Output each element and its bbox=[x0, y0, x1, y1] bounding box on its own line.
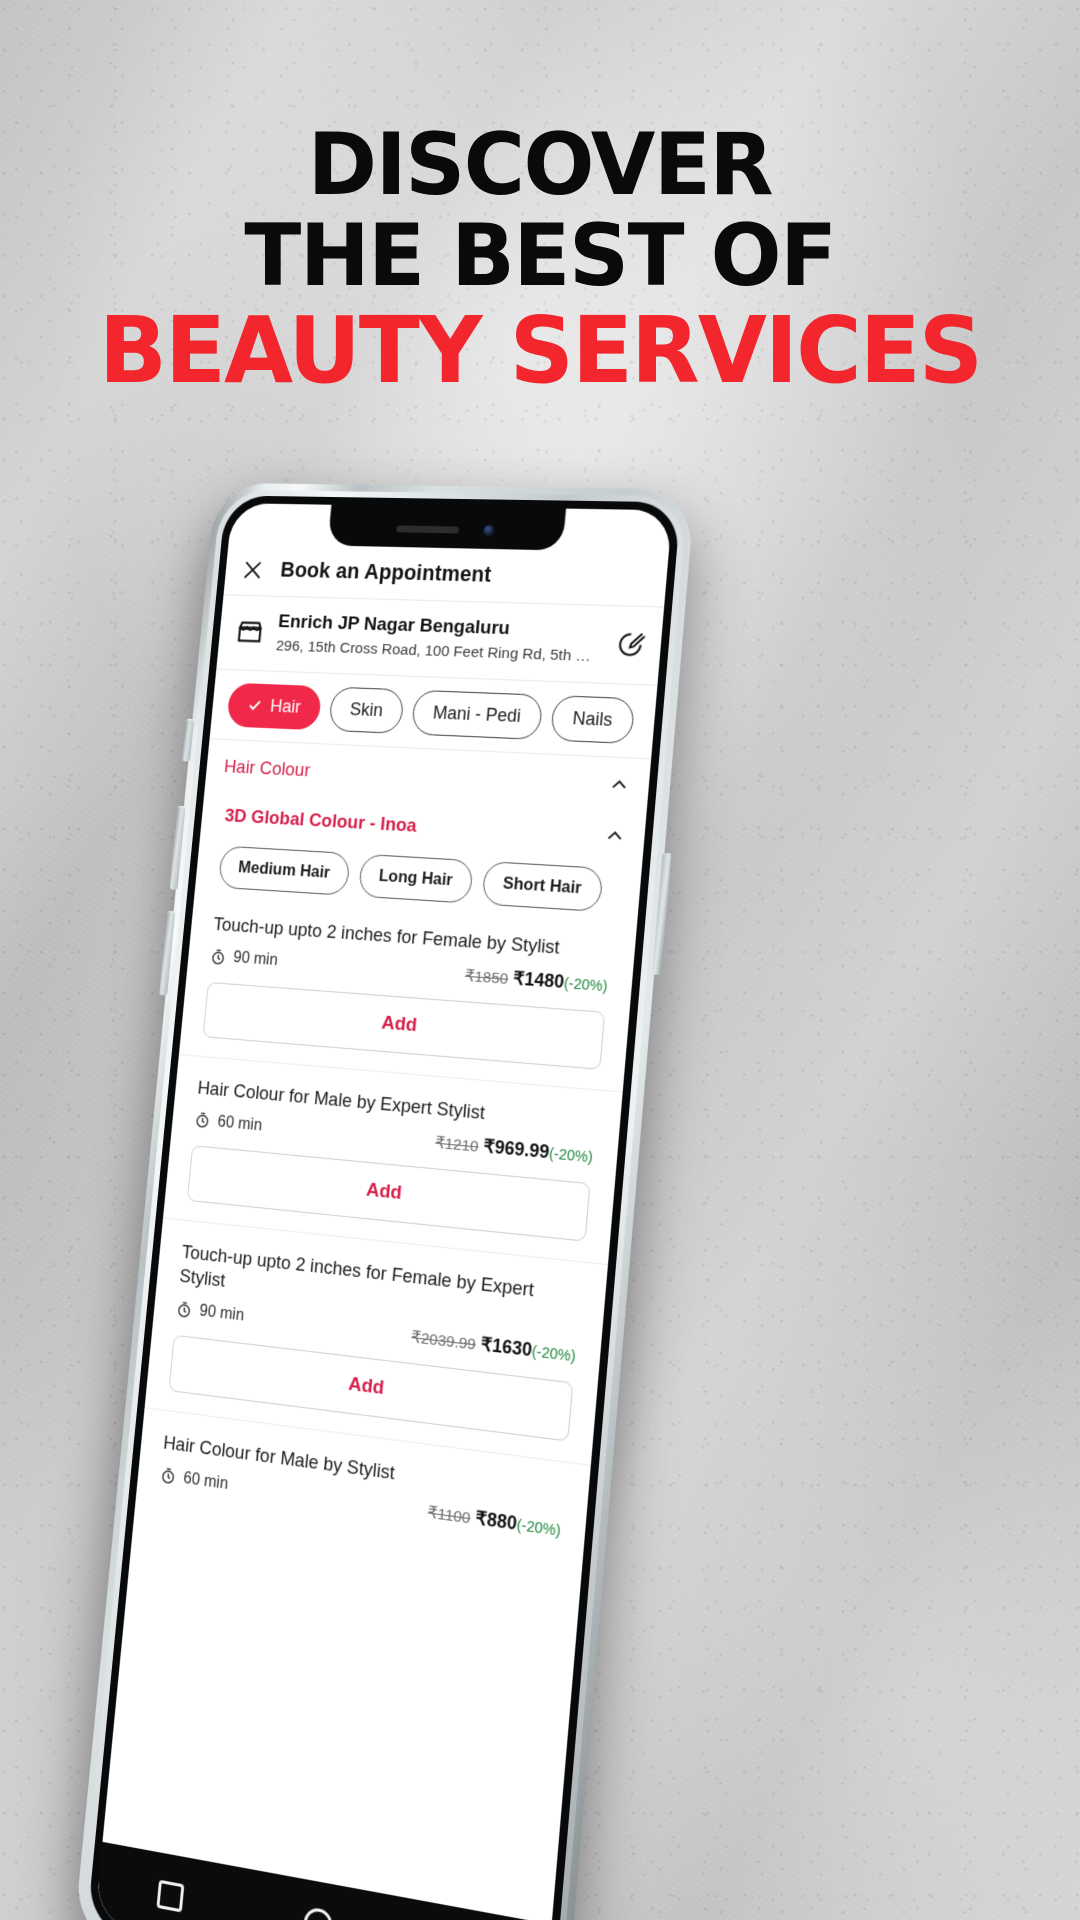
headline-line-3: BEAUTY SERVICES bbox=[98, 297, 983, 405]
service-price: ₹1100 ₹880(-20%) bbox=[427, 1501, 562, 1541]
check-icon bbox=[247, 697, 263, 713]
service-discount: (-20%) bbox=[563, 975, 609, 995]
service-discount: (-20%) bbox=[515, 1517, 562, 1541]
clock-icon bbox=[176, 1300, 193, 1319]
section-title: Hair Colour bbox=[223, 755, 312, 781]
phone-notch bbox=[327, 504, 566, 551]
category-chip-hair[interactable]: Hair bbox=[226, 682, 323, 731]
app-header: Book an Appointment bbox=[223, 503, 673, 608]
service-item: Touch-up upto 2 inches for Female by Exp… bbox=[153, 1219, 607, 1369]
service-original-price: ₹1100 bbox=[427, 1504, 472, 1528]
length-chip-label: Long Hair bbox=[378, 866, 454, 890]
subsection-title: 3D Global Colour - Inoa bbox=[224, 804, 418, 836]
service-original-price: ₹2039.99 bbox=[410, 1328, 477, 1354]
length-chip-long-hair[interactable]: Long Hair bbox=[358, 853, 474, 904]
store-icon bbox=[234, 617, 266, 647]
chevron-up-icon[interactable] bbox=[603, 825, 626, 848]
service-final-price: ₹1630 bbox=[479, 1333, 533, 1360]
edit-location-icon[interactable] bbox=[615, 629, 646, 659]
service-final-price: ₹880 bbox=[474, 1507, 518, 1535]
add-button-label: Add bbox=[365, 1179, 403, 1205]
service-duration-label: 90 min bbox=[198, 1302, 245, 1325]
earpiece-speaker-icon bbox=[395, 524, 459, 533]
service-discount: (-20%) bbox=[548, 1146, 594, 1167]
service-original-price: ₹1850 bbox=[464, 967, 510, 988]
length-chip-short-hair[interactable]: Short Hair bbox=[481, 860, 604, 912]
service-duration: 90 min bbox=[176, 1300, 245, 1326]
square-icon[interactable] bbox=[156, 1879, 185, 1912]
clock-icon bbox=[194, 1112, 211, 1130]
headline-line-1: DISCOVER bbox=[307, 115, 774, 215]
service-duration-label: 90 min bbox=[232, 949, 279, 970]
clock-icon bbox=[210, 948, 227, 966]
service-item: Hair Colour for Male by Stylist 60 min ₹… bbox=[137, 1408, 591, 1545]
service-price: ₹2039.99 ₹1630(-20%) bbox=[410, 1325, 577, 1366]
category-chip-label: Nails bbox=[571, 707, 614, 730]
service-price: ₹1210 ₹969.99(-20%) bbox=[434, 1132, 593, 1168]
service-duration-label: 60 min bbox=[216, 1113, 263, 1135]
service-duration: 60 min bbox=[194, 1111, 263, 1135]
chevron-up-icon[interactable] bbox=[608, 774, 631, 796]
add-button-label: Add bbox=[380, 1011, 419, 1036]
close-icon[interactable] bbox=[241, 558, 264, 581]
service-duration: 90 min bbox=[210, 947, 279, 970]
category-chip-label: Mani - Pedi bbox=[432, 702, 522, 726]
clock-icon bbox=[160, 1467, 177, 1486]
category-chip-nails[interactable]: Nails bbox=[550, 694, 636, 744]
service-name: Touch-up upto 2 inches for Female by Exp… bbox=[178, 1240, 535, 1301]
service-discount: (-20%) bbox=[531, 1343, 577, 1366]
category-chip-label: Skin bbox=[349, 698, 384, 721]
service-price: ₹1850 ₹1480(-20%) bbox=[464, 964, 608, 996]
length-chip-medium-hair[interactable]: Medium Hair bbox=[217, 845, 351, 896]
poster-headline: DISCOVER THE BEST OF BEAUTY SERVICES bbox=[0, 115, 1080, 405]
service-meta: 60 min ₹1210 ₹969.99(-20%) bbox=[194, 1110, 594, 1168]
circle-icon[interactable] bbox=[302, 1905, 334, 1920]
service-final-price: ₹1480 bbox=[512, 967, 566, 992]
length-chip-label: Short Hair bbox=[502, 874, 583, 898]
page-title: Book an Appointment bbox=[279, 558, 493, 587]
service-name: Hair Colour for Male by Stylist bbox=[162, 1430, 396, 1483]
front-camera-icon bbox=[482, 524, 495, 536]
salon-address: 296, 15th Cross Road, 100 Feet Ring Rd, … bbox=[275, 637, 602, 666]
category-chip-label: Hair bbox=[269, 695, 302, 717]
headline-line-2: THE BEST OF bbox=[244, 205, 837, 306]
service-divider bbox=[162, 1217, 609, 1266]
length-chip-label: Medium Hair bbox=[237, 858, 331, 882]
add-service-button[interactable]: Add bbox=[168, 1334, 574, 1442]
service-final-price: ₹969.99 bbox=[482, 1135, 551, 1163]
service-original-price: ₹1210 bbox=[434, 1134, 480, 1157]
service-item: Hair Colour for Male by Expert Stylist 6… bbox=[172, 1055, 623, 1171]
category-chip-skin[interactable]: Skin bbox=[328, 686, 405, 734]
service-duration: 60 min bbox=[159, 1466, 229, 1494]
